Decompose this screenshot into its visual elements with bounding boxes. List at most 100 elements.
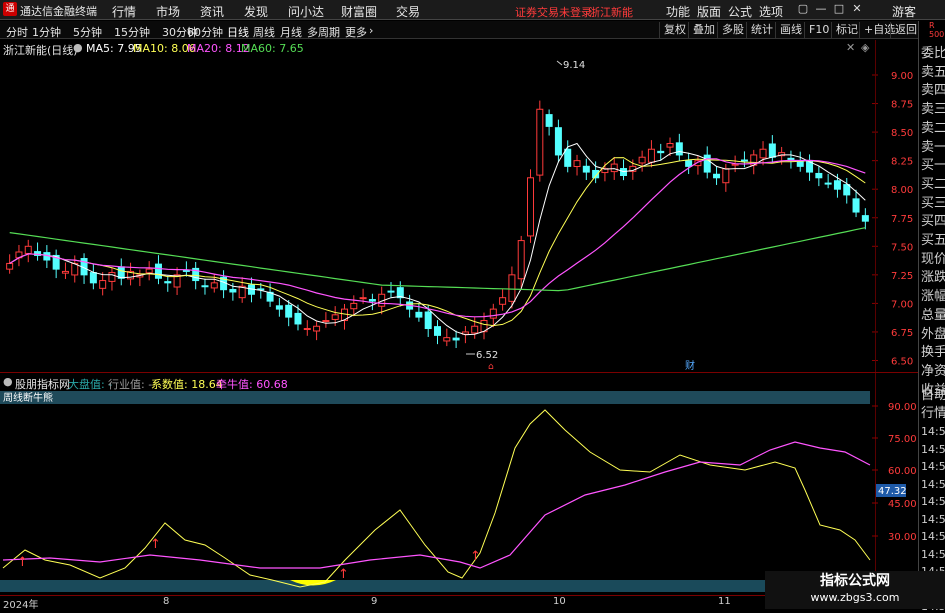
candle-body[interactable] bbox=[201, 285, 209, 288]
menu-faxian[interactable]: 发现 bbox=[244, 3, 268, 20]
menu-xuanxiang[interactable]: 选项 bbox=[759, 3, 783, 20]
candle-body[interactable] bbox=[387, 290, 395, 293]
candle-body[interactable] bbox=[294, 312, 302, 325]
candle-body[interactable] bbox=[108, 272, 116, 282]
candle-body[interactable] bbox=[815, 172, 823, 179]
candle-body[interactable] bbox=[852, 198, 860, 213]
candle-body[interactable] bbox=[582, 165, 590, 173]
order-field-label[interactable]: 自动 bbox=[921, 384, 945, 403]
candlestick-chart[interactable]: 9.00 8.75 8.50 8.25 8.00 7.75 7.50 7.25 7.00 6.75… bbox=[0, 56, 920, 372]
window-menu-icon[interactable]: ▢ bbox=[795, 2, 811, 18]
indicator-chart[interactable]: 周线断牛熊 90.0075.0060.0045.0030.00 ↑ ↑ ↑ ↑ … bbox=[0, 390, 920, 595]
mark-button[interactable]: 标记 bbox=[831, 22, 862, 38]
candle-body[interactable] bbox=[536, 108, 544, 176]
candle-body[interactable] bbox=[229, 288, 237, 293]
candle-body[interactable] bbox=[833, 180, 841, 190]
candle-body[interactable] bbox=[415, 311, 423, 318]
candle-body[interactable] bbox=[545, 114, 553, 127]
candle-body[interactable] bbox=[638, 156, 646, 164]
menu-gongneng[interactable]: 功能 bbox=[666, 3, 690, 20]
candle-body[interactable] bbox=[703, 154, 711, 173]
period-fenshi[interactable]: 分时 bbox=[6, 24, 28, 40]
order-field-label[interactable]: 行情 bbox=[921, 402, 945, 421]
f10-button[interactable]: F10 bbox=[804, 22, 833, 38]
window-close-icon[interactable]: ✕ bbox=[849, 2, 865, 18]
window-minimize-icon[interactable]: — bbox=[813, 2, 829, 18]
candle-body[interactable] bbox=[499, 297, 507, 305]
dividend-marker-icon[interactable]: ⌂ bbox=[488, 362, 494, 372]
candle-body[interactable] bbox=[713, 173, 721, 179]
period-weekly[interactable]: 周线 bbox=[253, 24, 275, 40]
menu-wenxiaoda[interactable]: 问小达 bbox=[288, 3, 324, 20]
candle-body[interactable] bbox=[675, 142, 683, 156]
login-status[interactable]: 证券交易未登录 bbox=[515, 4, 592, 20]
indicator-settings-icon[interactable]: ● bbox=[3, 375, 13, 388]
candle-body[interactable] bbox=[424, 311, 432, 330]
candle-body[interactable] bbox=[647, 148, 655, 163]
candle-body[interactable] bbox=[740, 159, 748, 162]
menu-caifuquan[interactable]: 财富圈 bbox=[341, 3, 377, 20]
candle-body[interactable] bbox=[861, 215, 869, 222]
candle-body[interactable] bbox=[443, 337, 451, 342]
close-panel-icon[interactable]: ✕ bbox=[846, 41, 855, 54]
candle-body[interactable] bbox=[117, 266, 125, 279]
candle-body[interactable] bbox=[759, 148, 767, 159]
multi-stock-button[interactable]: 多股 bbox=[717, 22, 748, 38]
settings-circle-icon[interactable]: ● bbox=[73, 41, 83, 54]
candle-body[interactable] bbox=[517, 240, 525, 280]
candle-body[interactable] bbox=[89, 272, 97, 284]
menu-shichang[interactable]: 市场 bbox=[156, 3, 180, 20]
chevron-right-icon[interactable]: › bbox=[369, 24, 373, 37]
candle-body[interactable] bbox=[610, 163, 618, 173]
period-15min[interactable]: 15分钟 bbox=[114, 24, 150, 40]
candle-body[interactable] bbox=[322, 320, 330, 323]
candle-body[interactable] bbox=[564, 148, 572, 167]
candle-body[interactable] bbox=[471, 325, 479, 334]
candle-body[interactable] bbox=[768, 143, 776, 158]
candle-body[interactable] bbox=[843, 184, 851, 196]
candle-body[interactable] bbox=[722, 168, 730, 184]
finance-marker[interactable]: 财 bbox=[685, 359, 695, 372]
window-maximize-icon[interactable]: □ bbox=[831, 2, 847, 18]
candle-body[interactable] bbox=[824, 182, 832, 185]
period-multi[interactable]: 多周期 bbox=[307, 24, 340, 40]
menu-jiaoyi[interactable]: 交易 bbox=[396, 3, 420, 20]
candle-body[interactable] bbox=[164, 281, 172, 284]
candle-body[interactable] bbox=[285, 304, 293, 318]
candle-body[interactable] bbox=[685, 160, 693, 167]
candle-body[interactable] bbox=[573, 160, 581, 168]
candle-body[interactable] bbox=[666, 143, 674, 148]
candle-body[interactable] bbox=[6, 262, 14, 270]
candle-body[interactable] bbox=[368, 299, 376, 302]
fuquan-button[interactable]: 复权 bbox=[659, 22, 690, 38]
draw-line-button[interactable]: 画线 bbox=[775, 22, 806, 38]
period-daily[interactable]: 日线 bbox=[227, 24, 249, 40]
menu-gongshi[interactable]: 公式 bbox=[728, 3, 752, 20]
candle-body[interactable] bbox=[554, 127, 562, 156]
candle-body[interactable] bbox=[350, 302, 358, 310]
candle-body[interactable] bbox=[331, 314, 339, 320]
period-5min[interactable]: 5分钟 bbox=[73, 24, 102, 40]
statistics-button[interactable]: 统计 bbox=[746, 22, 777, 38]
panel-settings-icon[interactable]: ◈ bbox=[861, 41, 869, 54]
candle-body[interactable] bbox=[61, 270, 69, 274]
menu-hangqing[interactable]: 行情 bbox=[112, 3, 136, 20]
candle-body[interactable] bbox=[359, 297, 367, 300]
candle-body[interactable] bbox=[182, 269, 190, 272]
candle-body[interactable] bbox=[210, 282, 218, 289]
candle-body[interactable] bbox=[275, 305, 283, 310]
candle-body[interactable] bbox=[24, 245, 32, 254]
period-1min[interactable]: 1分钟 bbox=[32, 24, 61, 40]
candle-body[interactable] bbox=[657, 150, 665, 154]
candle-body[interactable] bbox=[452, 337, 460, 341]
candle-body[interactable] bbox=[145, 268, 153, 274]
candle-body[interactable] bbox=[154, 263, 162, 279]
candle-body[interactable] bbox=[434, 326, 441, 336]
period-more[interactable]: 更多 bbox=[345, 24, 367, 40]
candle-body[interactable] bbox=[99, 280, 107, 289]
menu-banmian[interactable]: 版面 bbox=[697, 3, 721, 20]
back-button[interactable]: 返回 bbox=[890, 22, 921, 38]
candle-body[interactable] bbox=[303, 328, 311, 331]
candle-body[interactable] bbox=[527, 177, 535, 237]
menu-zixun[interactable]: 资讯 bbox=[200, 3, 224, 20]
